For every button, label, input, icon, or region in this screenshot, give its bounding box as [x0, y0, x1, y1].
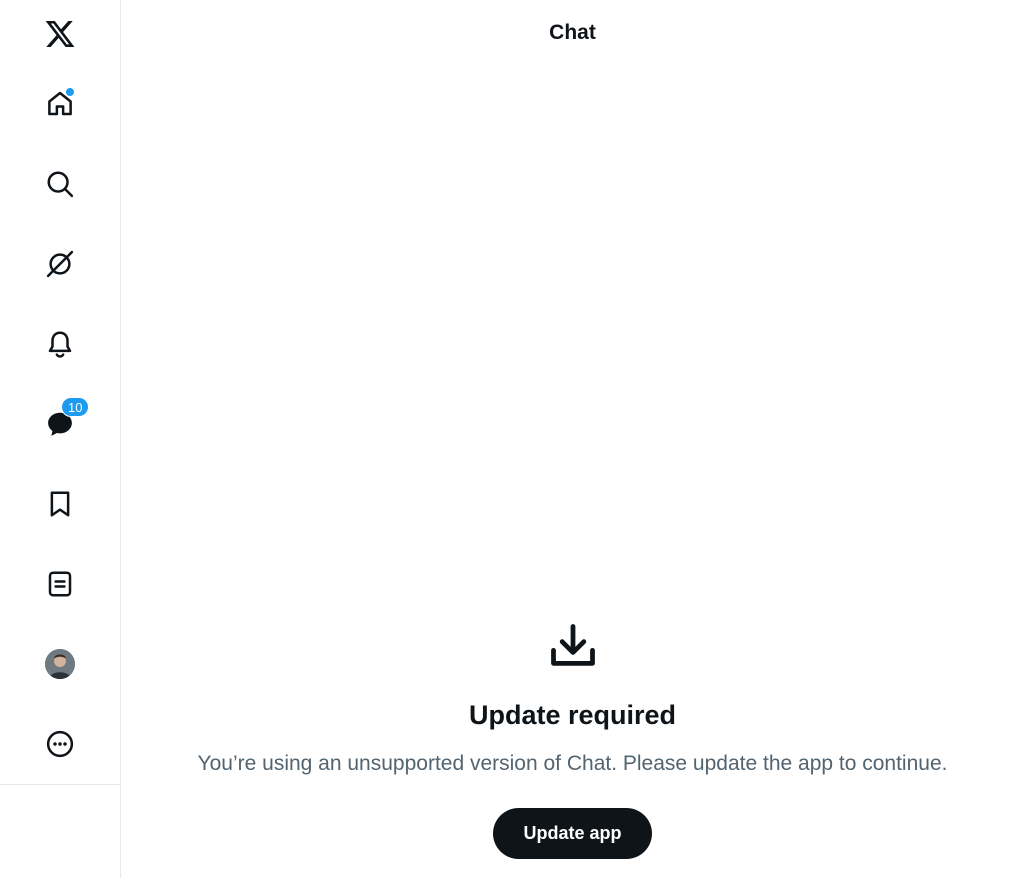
sidebar-item-more[interactable] [30, 714, 90, 774]
update-required-title: Update required [468, 700, 677, 730]
sidebar-divider [0, 784, 120, 785]
x-logo-icon [45, 21, 75, 47]
page-title: Chat [549, 21, 596, 44]
sidebar-nav: 10 [0, 0, 121, 878]
update-required-notice: Update required You’re using an unsuppor… [121, 620, 1024, 859]
search-icon [47, 171, 74, 198]
bookmark-icon [50, 491, 70, 517]
grok-icon [46, 250, 74, 278]
sidebar-item-bookmarks[interactable] [30, 474, 90, 534]
download-icon [550, 624, 595, 666]
sidebar-item-grok[interactable] [30, 234, 90, 294]
update-required-description: You’re using an unsupported version of C… [197, 752, 948, 775]
update-app-button[interactable]: Update app [493, 808, 652, 859]
x-logo-button[interactable] [30, 4, 90, 64]
avatar [45, 649, 75, 679]
sidebar-item-chat[interactable]: 10 [30, 394, 90, 454]
sidebar-item-home[interactable] [30, 74, 90, 134]
lists-icon [48, 571, 72, 597]
sidebar-item-notifications[interactable] [30, 314, 90, 374]
sidebar-item-explore[interactable] [30, 154, 90, 214]
new-activity-dot [66, 88, 74, 96]
sidebar-item-lists[interactable] [30, 554, 90, 614]
chat-unread-badge: 10 [61, 397, 90, 417]
sidebar-item-profile[interactable] [30, 634, 90, 694]
bell-icon [48, 331, 72, 358]
more-icon [46, 730, 74, 758]
chat-panel: Chat Update required You’re using an uns… [121, 0, 1024, 878]
